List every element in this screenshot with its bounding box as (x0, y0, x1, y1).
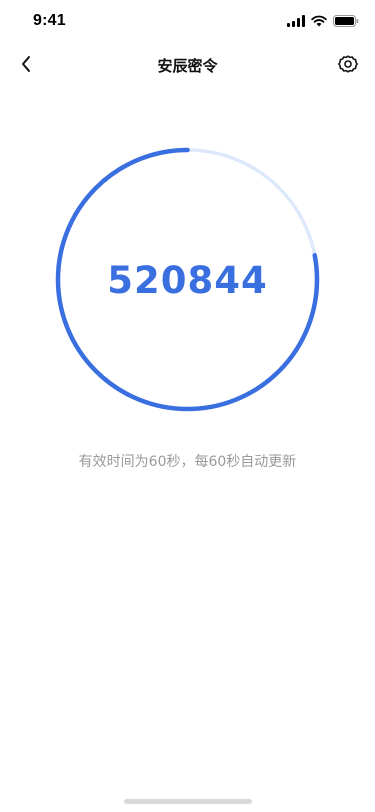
countdown-ring: 520844 (55, 147, 320, 412)
cellular-signal-icon (287, 15, 305, 27)
home-indicator (124, 799, 252, 804)
gear-icon (337, 53, 359, 79)
nav-bar: 安辰密令 (0, 44, 375, 88)
status-time: 9:41 (33, 12, 66, 29)
battery-icon (333, 15, 359, 27)
otp-code: 520844 (107, 259, 268, 302)
validity-hint: 有效时间为60秒，每60秒自动更新 (78, 454, 297, 470)
page-title: 安辰密令 (157, 57, 218, 75)
status-bar: 9:41 (0, 0, 375, 44)
settings-button[interactable] (333, 50, 363, 82)
wifi-icon (311, 15, 327, 27)
status-icons (287, 14, 359, 28)
